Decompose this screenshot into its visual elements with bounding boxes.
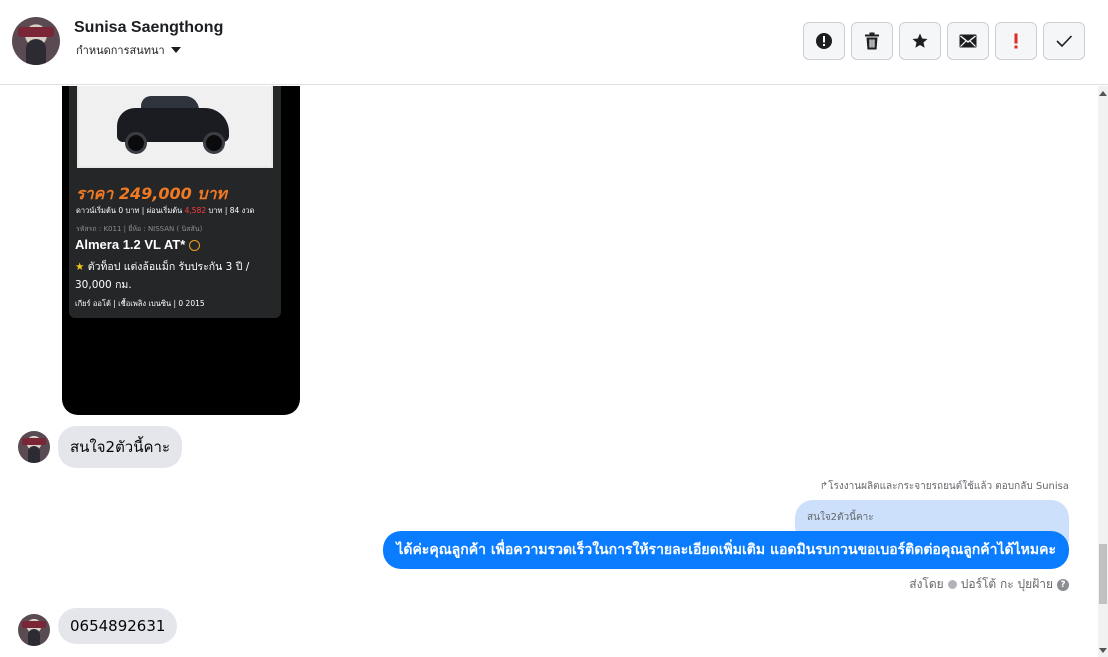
check-icon: [1056, 35, 1073, 48]
scroll-thumb: [1099, 544, 1107, 604]
delete-button[interactable]: [851, 22, 893, 60]
trash-icon: [865, 32, 879, 50]
car-price: ราคา 249,000 บาท: [76, 184, 227, 203]
message-thread[interactable]: ราคา 249,000 บาท ดาวน์เริ่มต้น 0 บาท | ผ…: [0, 86, 1098, 657]
done-button[interactable]: [1043, 22, 1085, 60]
sent-by-info: ส่งโดย ปอร์โต้ กะ ปุยฝ้าย ?: [909, 575, 1069, 594]
star-icon: ★: [75, 261, 85, 273]
car-model: Almera 1.2 VL AT*: [75, 237, 201, 252]
car-promo: ★ ตัวท็อป แต่งล้อแม็ก รับประกัน 3 ปี / 3…: [75, 261, 250, 291]
exclamation-circle-icon: [816, 33, 832, 49]
caret-down-icon: [170, 47, 181, 53]
follow-up-button[interactable]: [995, 22, 1037, 60]
star-icon: [912, 33, 928, 48]
sent-by-name: ปอร์โต้ กะ ปุยฝ้าย: [960, 577, 1053, 591]
assign-label: กำหนดการสนทนา: [76, 44, 165, 57]
shared-image-message[interactable]: ราคา 249,000 บาท ดาวน์เริ่มต้น 0 บาท | ผ…: [62, 86, 300, 415]
reply-note: ↱โรงงานผลิตและกระจายรถยนต์ใช้แล้ว ตอบกลั…: [819, 481, 1069, 492]
contact-name[interactable]: Sunisa Saengthong: [74, 19, 223, 37]
sender-avatar[interactable]: [18, 431, 50, 463]
finance-terms: ดาวน์เริ่มต้น 0 บาท | ผ่อนเริ่มต้น 4,582…: [76, 206, 255, 215]
incoming-message[interactable]: 0654892631: [58, 608, 178, 644]
exclamation-icon: [1014, 33, 1018, 49]
sent-by-label: ส่งโดย: [909, 577, 944, 591]
scrollbar[interactable]: [1098, 86, 1108, 657]
sender-avatar[interactable]: [18, 614, 50, 646]
outgoing-message[interactable]: ได้ค่ะคุณลูกค้า เพื่อความรวดเร็วในการให้…: [383, 531, 1069, 569]
agent-avatar-icon: [947, 580, 957, 589]
car-specs: เกียร์ ออโต้ | เชื้อเพลิง เบนซิน | 0 201…: [75, 299, 205, 308]
star-button[interactable]: [899, 22, 941, 60]
scroll-down-icon: [1099, 648, 1107, 653]
incoming-message[interactable]: สนใจ2ตัวนี้คาะ: [58, 426, 182, 468]
help-icon[interactable]: ?: [1057, 578, 1069, 591]
car-photo: [77, 86, 273, 168]
report-button[interactable]: [803, 22, 845, 60]
envelope-icon: [959, 34, 977, 48]
car-meta: รหัสรถ : K011 | ยี่ห้อ : NISSAN ( นิสสัน…: [76, 225, 203, 233]
car-listing-card: ราคา 249,000 บาท ดาวน์เริ่มต้น 0 บาท | ผ…: [69, 86, 281, 318]
conversation-header: Sunisa Saengthong กำหนดการสนทนา: [0, 0, 1108, 85]
verified-badge-icon: [189, 240, 201, 252]
mark-unread-button[interactable]: [947, 22, 989, 60]
header-actions: [803, 22, 1085, 60]
assign-conversation-dropdown[interactable]: กำหนดการสนทนา: [76, 41, 181, 59]
scroll-up-icon: [1099, 91, 1107, 96]
reply-arrow-icon: ↱: [819, 481, 829, 492]
contact-avatar[interactable]: [12, 17, 60, 65]
